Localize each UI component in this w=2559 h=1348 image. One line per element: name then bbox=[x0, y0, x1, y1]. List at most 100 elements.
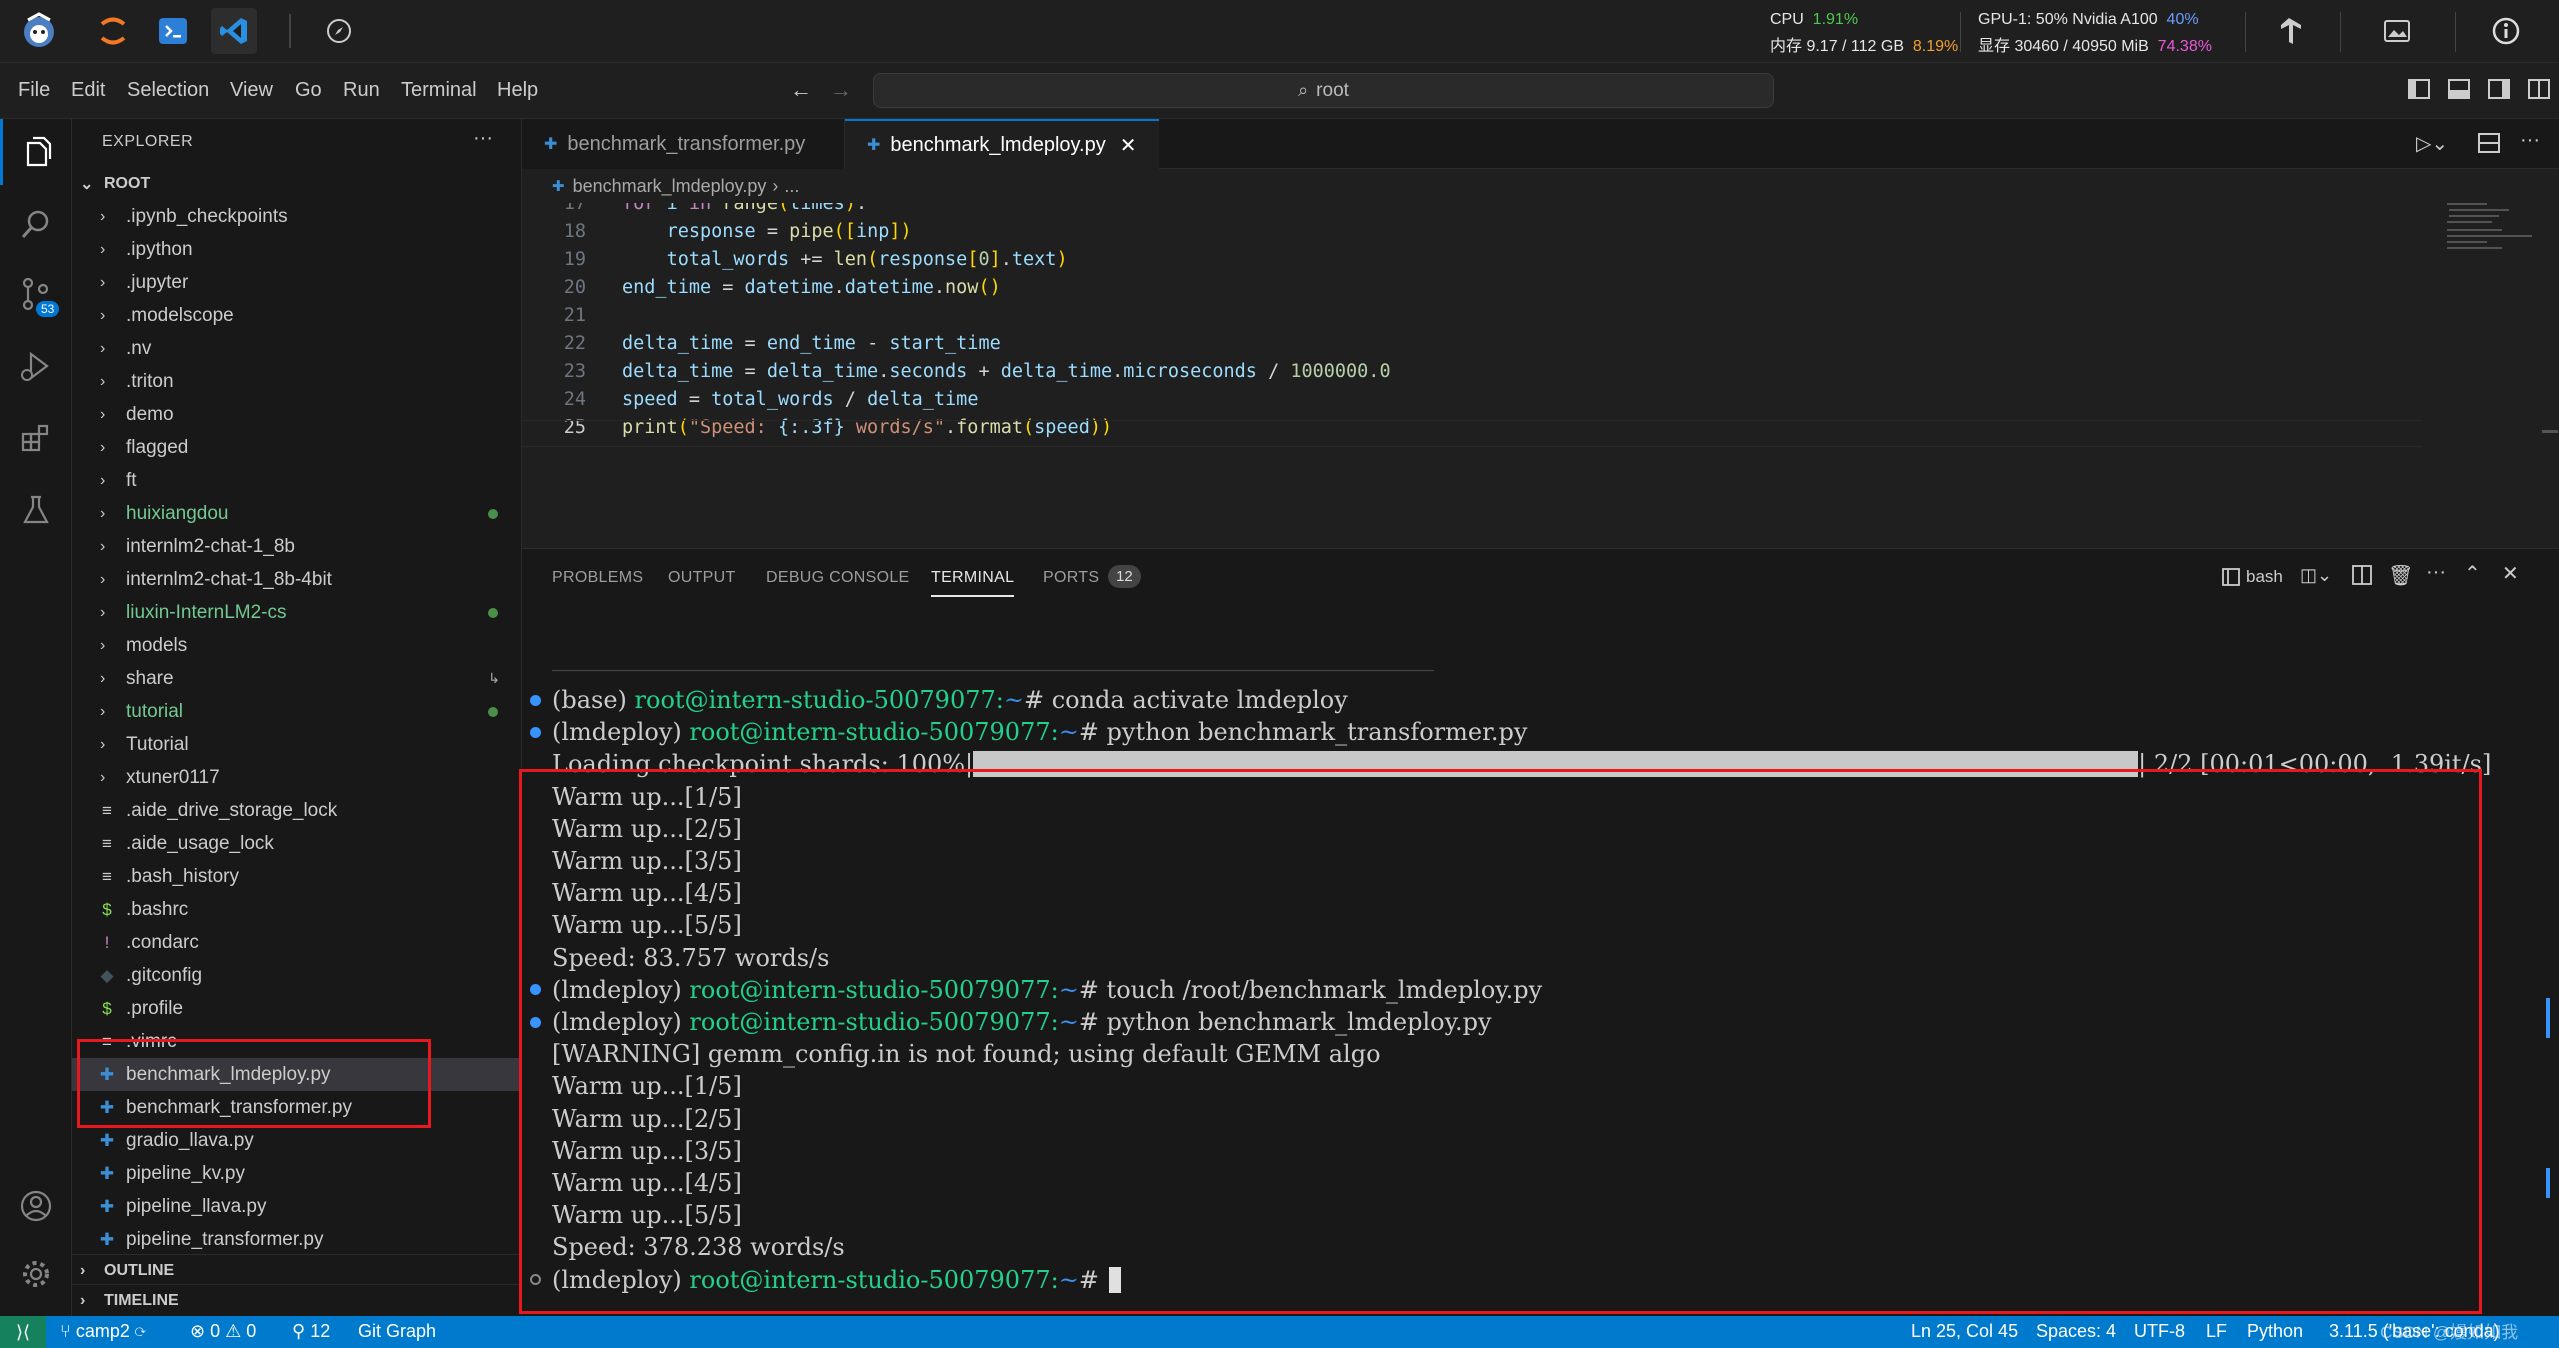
customize-layout-icon[interactable] bbox=[2528, 79, 2550, 99]
close-icon[interactable]: ✕ bbox=[1120, 133, 1137, 158]
split-terminal-icon[interactable] bbox=[2352, 565, 2372, 585]
problems-count[interactable]: ⊗ 0 ⚠ 0 bbox=[190, 1321, 256, 1342]
terminal-shell-selector[interactable]: bash bbox=[2222, 567, 2283, 587]
command-decoration-dot[interactable] bbox=[530, 1274, 541, 1286]
toggle-sidebar-icon[interactable] bbox=[2408, 79, 2430, 99]
image-gallery-icon[interactable] bbox=[2374, 8, 2420, 54]
outline-section[interactable]: › OUTLINE bbox=[72, 1254, 521, 1287]
terminal-output[interactable]: ________________________________________… bbox=[522, 628, 2559, 1316]
tree-folder-item[interactable]: › flagged bbox=[72, 431, 521, 464]
tree-folder-item[interactable]: › demo bbox=[72, 398, 521, 431]
tree-file-item[interactable]: $ .profile bbox=[72, 992, 521, 1025]
minimap[interactable] bbox=[2427, 203, 2542, 263]
testing-flask-icon[interactable] bbox=[0, 477, 72, 543]
tree-file-item[interactable]: $ .bashrc bbox=[72, 893, 521, 926]
search-icon[interactable] bbox=[0, 191, 72, 257]
tree-folder-item[interactable]: › liuxin-InternLM2-cs bbox=[72, 596, 521, 629]
tree-folder-item[interactable]: › .jupyter bbox=[72, 266, 521, 299]
new-terminal-dropdown-icon[interactable]: ◫⌄ bbox=[2300, 565, 2332, 586]
tab-debug-console[interactable]: DEBUG CONSOLE bbox=[766, 569, 910, 587]
tab-benchmark-lmdeploy[interactable]: ✚ benchmark_lmdeploy.py ✕ bbox=[845, 119, 1159, 169]
app-logo-icon[interactable] bbox=[16, 8, 62, 54]
tree-folder-item[interactable]: › models bbox=[72, 629, 521, 662]
tree-folder-item[interactable]: › .nv bbox=[72, 332, 521, 365]
account-icon[interactable] bbox=[0, 1173, 72, 1239]
run-debug-icon[interactable] bbox=[0, 333, 72, 399]
tab-terminal[interactable]: TERMINAL bbox=[931, 569, 1015, 597]
tensorflow-icon[interactable] bbox=[2266, 8, 2312, 54]
tree-file-item[interactable]: ✚ gradio_llava.py bbox=[72, 1124, 521, 1157]
tree-folder-item[interactable]: › .triton bbox=[72, 365, 521, 398]
tree-file-item[interactable]: ≡ .vimrc bbox=[72, 1025, 521, 1058]
back-arrow-icon[interactable]: ← bbox=[790, 77, 812, 103]
close-panel-icon[interactable]: ✕ bbox=[2502, 561, 2519, 586]
command-center-search[interactable]: ⌕ root bbox=[873, 73, 1774, 108]
git-branch[interactable]: ⑂ camp2 ⟳ bbox=[60, 1321, 146, 1342]
tree-file-item[interactable]: ✚ pipeline_llava.py bbox=[72, 1190, 521, 1223]
tab-problems[interactable]: PROBLEMS bbox=[552, 569, 643, 587]
jupyter-icon[interactable] bbox=[90, 8, 136, 54]
tree-folder-item[interactable]: › internlm2-chat-1_8b bbox=[72, 530, 521, 563]
menu-file[interactable]: File bbox=[18, 79, 50, 102]
tree-file-item[interactable]: ≡ .bash_history bbox=[72, 860, 521, 893]
tree-folder-item[interactable]: › ft bbox=[72, 464, 521, 497]
more-actions-icon[interactable]: ··· bbox=[473, 127, 493, 150]
tree-file-item[interactable]: ! .condarc bbox=[72, 926, 521, 959]
compass-icon[interactable] bbox=[316, 8, 362, 54]
cursor-position[interactable]: Ln 25, Col 45 bbox=[1911, 1321, 2018, 1342]
tree-folder-item[interactable]: › share ↳ bbox=[72, 662, 521, 695]
timeline-section[interactable]: › TIMELINE bbox=[72, 1284, 521, 1316]
terminal-app-icon[interactable] bbox=[150, 8, 196, 54]
tab-output[interactable]: OUTPUT bbox=[668, 569, 736, 587]
tree-folder-item[interactable]: › .modelscope bbox=[72, 299, 521, 332]
breadcrumb-file[interactable]: benchmark_lmdeploy.py bbox=[573, 176, 767, 197]
split-editor-icon[interactable] bbox=[2478, 133, 2500, 153]
more-actions-icon[interactable]: ··· bbox=[2426, 561, 2446, 584]
trash-icon[interactable]: 🗑 bbox=[2388, 563, 2413, 588]
forward-arrow-icon[interactable]: → bbox=[830, 77, 852, 103]
run-file-icon[interactable]: ▷⌄ bbox=[2416, 131, 2448, 156]
tab-benchmark-transformer[interactable]: ✚ benchmark_transformer.py bbox=[522, 119, 845, 169]
menu-go[interactable]: Go bbox=[295, 79, 322, 102]
command-decoration-dot[interactable] bbox=[530, 984, 541, 996]
vscode-icon[interactable] bbox=[211, 8, 257, 54]
code-editor[interactable]: 17 for i in range(times): 18 response = pi… bbox=[522, 203, 2559, 548]
eol[interactable]: LF bbox=[2206, 1321, 2227, 1342]
extensions-icon[interactable] bbox=[0, 405, 72, 471]
git-graph-button[interactable]: Git Graph bbox=[358, 1321, 436, 1342]
source-control-icon[interactable]: 53 bbox=[0, 261, 72, 327]
tree-folder-item[interactable]: › huixiangdou bbox=[72, 497, 521, 530]
maximize-panel-icon[interactable]: ⌃ bbox=[2464, 561, 2481, 586]
root-folder-header[interactable]: ⌄ ROOT bbox=[72, 167, 521, 200]
command-decoration-dot[interactable] bbox=[530, 1016, 541, 1028]
menu-help[interactable]: Help bbox=[497, 79, 538, 102]
toggle-panel-icon[interactable] bbox=[2448, 79, 2470, 99]
tree-folder-item[interactable]: › Tutorial bbox=[72, 728, 521, 761]
remote-indicator-icon[interactable]: ⟩⟨ bbox=[0, 1316, 46, 1348]
more-actions-icon[interactable]: ··· bbox=[2520, 129, 2540, 152]
menu-edit[interactable]: Edit bbox=[71, 79, 105, 102]
encoding[interactable]: UTF-8 bbox=[2134, 1321, 2185, 1342]
tree-folder-item[interactable]: › xtuner0117 bbox=[72, 761, 521, 794]
breadcrumb-symbol[interactable]: ... bbox=[784, 176, 799, 197]
menu-terminal[interactable]: Terminal bbox=[401, 79, 477, 102]
command-decoration-dot[interactable] bbox=[530, 726, 541, 738]
command-decoration-dot[interactable] bbox=[530, 694, 541, 706]
toggle-secondary-sidebar-icon[interactable] bbox=[2488, 79, 2510, 99]
ports-status[interactable]: ⚲ 12 bbox=[292, 1321, 330, 1342]
tree-file-item[interactable]: ✚ benchmark_transformer.py bbox=[72, 1091, 521, 1124]
menu-run[interactable]: Run bbox=[343, 79, 380, 102]
tree-file-item[interactable]: ≡ .aide_drive_storage_lock bbox=[72, 794, 521, 827]
language-mode[interactable]: Python bbox=[2247, 1321, 2303, 1342]
tree-file-item[interactable]: ◆ .gitconfig bbox=[72, 959, 521, 992]
tree-file-item[interactable]: ≡ .aide_usage_lock bbox=[72, 827, 521, 860]
indentation[interactable]: Spaces: 4 bbox=[2036, 1321, 2116, 1342]
menu-view[interactable]: View bbox=[230, 79, 273, 102]
tree-folder-item[interactable]: › tutorial bbox=[72, 695, 521, 728]
explorer-icon[interactable] bbox=[0, 119, 72, 185]
tree-file-item[interactable]: ✚ pipeline_kv.py bbox=[72, 1157, 521, 1190]
tree-folder-item[interactable]: › internlm2-chat-1_8b-4bit bbox=[72, 563, 521, 596]
tree-file-item[interactable]: ✚ pipeline_transformer.py bbox=[72, 1223, 521, 1256]
info-icon[interactable] bbox=[2483, 8, 2529, 54]
settings-gear-icon[interactable] bbox=[0, 1241, 72, 1307]
